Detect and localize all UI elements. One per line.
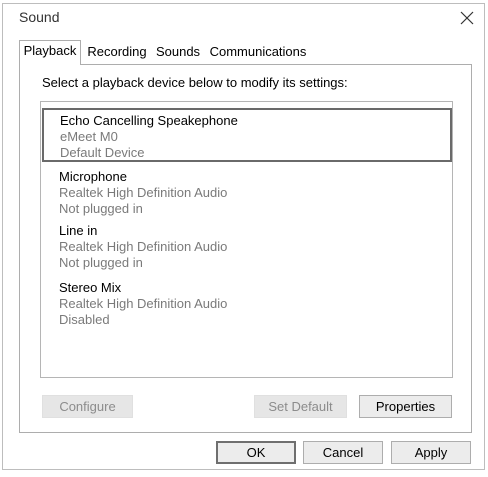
sound-dialog: Sound Playback Recording Sounds Communic… bbox=[2, 3, 485, 470]
device-status: Not plugged in bbox=[59, 201, 143, 216]
device-item-line-in[interactable]: Line in Realtek High Definition Audio No… bbox=[41, 223, 450, 275]
device-item-stereo-mix[interactable]: Stereo Mix Realtek High Definition Audio… bbox=[41, 280, 450, 332]
title-bar: Sound bbox=[3, 4, 484, 32]
apply-button[interactable]: Apply bbox=[391, 441, 471, 464]
device-detail: Realtek High Definition Audio bbox=[59, 185, 228, 200]
device-status: Not plugged in bbox=[59, 255, 143, 270]
device-name: Stereo Mix bbox=[59, 280, 122, 295]
playback-panel: Select a playback device below to modify… bbox=[19, 64, 472, 433]
device-status: Disabled bbox=[59, 312, 110, 327]
tab-communications[interactable]: Communications bbox=[206, 42, 310, 64]
set-default-button[interactable]: Set Default bbox=[254, 395, 347, 418]
tab-recording[interactable]: Recording bbox=[84, 42, 150, 64]
close-button[interactable] bbox=[456, 7, 478, 29]
cancel-button[interactable]: Cancel bbox=[303, 441, 383, 464]
tab-playback[interactable]: Playback bbox=[19, 40, 81, 65]
device-name: Line in bbox=[59, 223, 98, 238]
device-detail: Realtek High Definition Audio bbox=[59, 296, 228, 311]
window-title: Sound bbox=[19, 9, 60, 25]
device-status: Default Device bbox=[60, 145, 145, 160]
configure-button[interactable]: Configure bbox=[42, 395, 133, 418]
instruction-text: Select a playback device below to modify… bbox=[42, 75, 348, 90]
close-icon bbox=[460, 11, 474, 25]
ok-button[interactable]: OK bbox=[216, 441, 296, 464]
device-name: Echo Cancelling Speakephone bbox=[60, 113, 238, 128]
properties-button[interactable]: Properties bbox=[359, 395, 452, 418]
device-detail: eMeet M0 bbox=[60, 129, 118, 144]
device-detail: Realtek High Definition Audio bbox=[59, 239, 228, 254]
device-item-microphone[interactable]: Microphone Realtek High Definition Audio… bbox=[41, 169, 450, 221]
device-list[interactable]: Echo Cancelling Speakephone eMeet M0 Def… bbox=[40, 101, 453, 378]
device-name: Microphone bbox=[59, 169, 127, 184]
tab-sounds[interactable]: Sounds bbox=[153, 42, 203, 64]
device-item-echo-cancelling-speakephone[interactable]: Echo Cancelling Speakephone eMeet M0 Def… bbox=[42, 108, 452, 162]
